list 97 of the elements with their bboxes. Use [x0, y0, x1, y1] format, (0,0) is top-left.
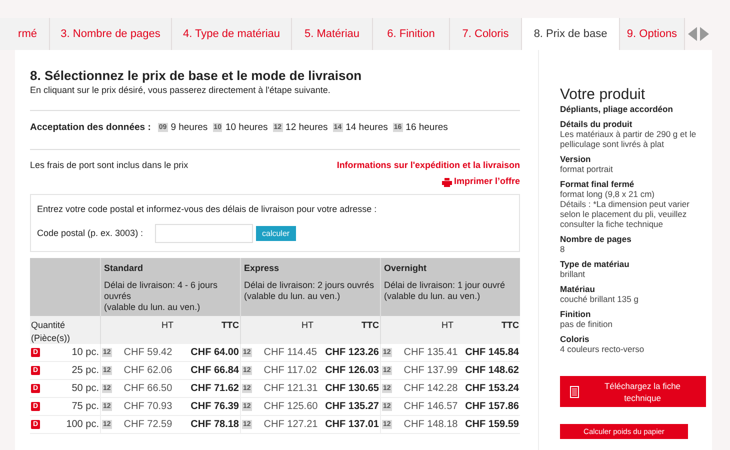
- download-datasheet-button[interactable]: Téléchargez la fiche technique: [560, 376, 706, 407]
- price-ht[interactable]: CHF 117.02: [264, 363, 317, 378]
- price-ht[interactable]: CHF 125.60: [264, 399, 318, 414]
- quantity-cell-text: 75 pc.: [72, 400, 99, 414]
- detail-value: pas de finition: [560, 319, 614, 329]
- page-heading: 8. Sélectionnez le prix de base et le mode de livraison: [30, 68, 363, 84]
- price-ttc[interactable]: CHF 135.27: [325, 399, 379, 414]
- price-ttc[interactable]: CHF 66.84: [190, 363, 239, 378]
- detail-value: format long (9,8 x 21 cm): [560, 189, 656, 199]
- print-offer-link[interactable]: Imprimer l’offre: [442, 175, 520, 189]
- option-delay: Délai de livraison: 2 jours ouvrés: [244, 280, 376, 291]
- previous-arrow-icon[interactable]: [688, 27, 697, 41]
- price-ht[interactable]: CHF 146.57: [404, 399, 458, 414]
- detail-label: Coloris: [560, 334, 590, 344]
- option-delay: Délai de livraison: 4 - 6 jours ouvrés: [104, 280, 219, 302]
- ht-header: HT: [442, 319, 454, 332]
- quantity-cell-text: 25 pc.: [72, 364, 99, 378]
- price-ht[interactable]: CHF 127.21: [264, 417, 318, 432]
- step-tab[interactable]: 8. Prix de base: [522, 18, 620, 50]
- ttc-header: TTC: [502, 319, 519, 332]
- step-tab[interactable]: 9. Options: [620, 18, 685, 50]
- detail-label: Format final fermé: [560, 179, 636, 189]
- price-ttc[interactable]: CHF 159.59: [465, 417, 519, 432]
- detail-label: Matériau: [560, 284, 596, 294]
- step-tab[interactable]: 5. Matériau: [292, 18, 373, 50]
- price-ttc[interactable]: CHF 78.18: [190, 417, 239, 432]
- price-ht[interactable]: CHF 62.06: [124, 363, 172, 378]
- postal-label: Code postal (p. ex. 3003) :: [37, 227, 144, 240]
- price-ttc[interactable]: CHF 76.39: [190, 399, 239, 414]
- price-ht[interactable]: CHF 66.50: [124, 381, 172, 396]
- option-note: (valable du lun. au ven.): [244, 290, 342, 302]
- quantity-cell-text: 50 pc.: [72, 382, 99, 396]
- time-label: 9 heures: [170, 120, 208, 134]
- price-ht[interactable]: CHF 70.93: [124, 399, 172, 414]
- price-ht[interactable]: CHF 121.31: [264, 381, 318, 396]
- acceptance-label: Acceptation des données :: [30, 120, 151, 134]
- ht-header: HT: [302, 319, 314, 332]
- step-tab[interactable]: 4. Type de matériau: [172, 18, 292, 50]
- product-title: Votre produit: [560, 86, 646, 104]
- option-name: Standard: [104, 262, 144, 276]
- detail-note: Détails : *La dimension peut varier selon le placement du pli, veuillez consulter la fiche technique: [560, 199, 690, 229]
- price-ttc[interactable]: CHF 130.65: [325, 381, 379, 396]
- product-name: Dépliants, pliage accordéon: [560, 104, 674, 114]
- quantity-cell-text: 10 pc.: [72, 346, 99, 360]
- postal-input[interactable]: [155, 224, 253, 244]
- price-ttc[interactable]: CHF 148.62: [465, 363, 519, 378]
- price-ht[interactable]: CHF 148.18: [404, 417, 458, 432]
- next-arrow-icon[interactable]: [700, 27, 709, 41]
- option-name: Express: [244, 262, 280, 276]
- step-tab[interactable]: 6. Finition: [373, 18, 450, 50]
- time-label: 12 heures: [286, 120, 328, 134]
- ttc-header: TTC: [362, 319, 379, 332]
- time-label: 16 heures: [406, 120, 448, 134]
- shipping-info-link[interactable]: Informations sur l'expédition et la livraison: [336, 158, 520, 172]
- detail-value: couché brillant 135 g: [560, 294, 640, 304]
- time-label: 14 heures: [346, 120, 388, 134]
- detail-label: Version: [560, 154, 592, 164]
- time-label: 10 heures: [225, 120, 268, 134]
- price-ht[interactable]: CHF 142.28: [404, 381, 458, 396]
- detail-label: Type de matériau: [560, 259, 630, 269]
- detail-value: brillant: [560, 269, 586, 279]
- step-tab[interactable]: 3. Nombre de pages: [50, 18, 172, 50]
- price-ttc[interactable]: CHF 123.26: [325, 345, 379, 360]
- price-ttc[interactable]: CHF 126.03: [325, 363, 379, 378]
- price-ttc[interactable]: CHF 137.01: [325, 417, 379, 432]
- detail-label: Finition: [560, 309, 592, 319]
- step-tab[interactable]: rmé: [0, 18, 50, 50]
- detail-value: 8: [560, 244, 566, 254]
- document-icon: [570, 386, 579, 398]
- price-ttc[interactable]: CHF 64.00: [190, 345, 239, 360]
- detail-label: Détails du produit: [560, 119, 634, 129]
- price-ttc[interactable]: CHF 157.86: [465, 399, 519, 414]
- page-subheading: En cliquant sur le prix désiré, vous passerez directement à l'étape suivante.: [30, 84, 332, 97]
- shipping-note: Les frais de port sont inclus dans le prix: [30, 158, 188, 172]
- option-name: Overnight: [384, 262, 428, 276]
- printer-icon: [442, 178, 452, 186]
- price-ht[interactable]: CHF 114.45: [264, 345, 317, 360]
- step-tab[interactable]: 7. Coloris: [450, 18, 522, 50]
- detail-value: 4 couleurs recto-verso: [560, 344, 646, 354]
- ttc-header: TTC: [222, 319, 239, 332]
- price-ht[interactable]: CHF 59.42: [124, 345, 172, 360]
- price-ttc[interactable]: CHF 153.24: [465, 381, 519, 396]
- option-note: (valable du lun. au ven.): [384, 290, 482, 302]
- option-note: (valable du lun. au ven.): [104, 302, 202, 313]
- price-ttc[interactable]: CHF 71.62: [190, 381, 239, 396]
- ht-header: HT: [162, 319, 174, 332]
- quantity-header: Quantité (Pièce(s)): [30, 319, 72, 344]
- price-ht[interactable]: CHF 135.41: [404, 345, 458, 360]
- detail-value: format portrait: [560, 164, 614, 174]
- detail-label: Nombre de pages: [560, 234, 632, 244]
- price-ht[interactable]: CHF 72.59: [124, 417, 172, 432]
- price-ttc[interactable]: CHF 145.84: [465, 345, 519, 360]
- price-ht[interactable]: CHF 137.99: [404, 363, 458, 378]
- option-delay: Délai de livraison: 1 jour ouvré: [384, 280, 506, 291]
- postal-intro: Entrez votre code postal et informez-vous des délais de livraison pour votre adresse :: [37, 202, 378, 216]
- quantity-cell-text: 100 pc.: [66, 418, 99, 432]
- detail-value: Les matériaux à partir de 290 g et le pelliculage sont livrés à plat: [560, 129, 698, 149]
